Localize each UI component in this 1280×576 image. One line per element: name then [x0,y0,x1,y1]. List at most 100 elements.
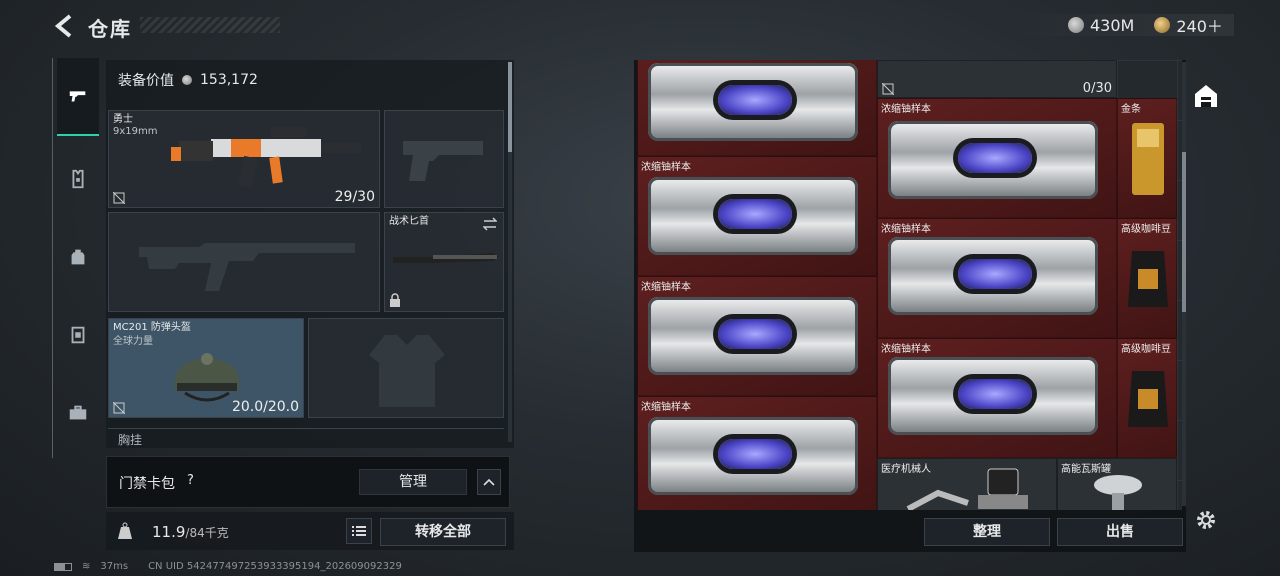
nav-weapons[interactable] [57,58,99,136]
rifle-silhouette-icon [139,243,355,291]
helmet-durability: 20.0/20.0 [231,399,299,415]
gas-tank-item[interactable]: 高能瓦斯罐 [1057,458,1177,510]
list-icon [352,526,366,536]
scroll-thumb[interactable] [1182,152,1186,312]
pistol-slot[interactable] [384,110,504,208]
uranium-sample-item[interactable]: 浓缩铀样本 [877,218,1117,338]
storage-panel: 0/30 浓缩铀样本 浓缩铀样本 浓缩铀样本 浓缩铀样本 浓缩铀样本 浓缩铀样本 [634,60,1186,552]
silver-coin-icon [1068,17,1084,33]
uranium-sample-item[interactable]: 浓缩铀样本 [637,276,877,396]
melee-slot[interactable]: 战术匕首 [384,212,504,312]
settings-button[interactable] [1194,508,1218,532]
chevron-up-icon [483,478,495,486]
swap-icon[interactable] [483,217,497,231]
back-arrow-icon [54,14,72,38]
item-name: 高级咖啡豆 [1121,344,1171,355]
status-line: ≋ 37ms CN UID 542477497253933395194_2026… [54,561,402,572]
coffee-bag-image [1128,371,1168,427]
gold-bar-image [1132,123,1164,195]
coffee-beans-item[interactable]: 高级咖啡豆 [1117,218,1177,338]
storage-tabs [1188,62,1228,502]
ping: 37ms [100,561,129,572]
page-title: 仓库 [88,17,132,41]
no-insure-icon [113,402,125,414]
gold-balance[interactable]: 240＋ [1176,13,1223,37]
equipment-value-amount: 153,172 [200,72,258,88]
uranium-sample-item[interactable]: 浓缩铀样本 [877,98,1117,218]
item-name: 浓缩铀样本 [881,344,931,355]
silver-balance: 430M [1090,15,1135,35]
keycard-bag-bar: 门禁卡包 ? 管理 [106,456,510,508]
chest-rig-section: 胸挂 [108,428,504,448]
item-name: 浓缩铀样本 [641,282,691,293]
battery-icon [54,562,72,571]
weight-current: 11.9 [152,523,186,541]
coffee-beans-item[interactable]: 高级咖啡豆 [1117,338,1177,458]
storage-scrollbar[interactable] [1182,62,1186,506]
medical-robot-item[interactable]: 医疗机械人 [877,458,1057,510]
equipment-value-label: 装备价值 [118,73,174,89]
helmet-sub: 全球力量 [113,336,153,347]
briefcase-icon [69,405,87,420]
category-nav [52,58,102,458]
gold-bar-item[interactable]: 金条 [1117,98,1177,218]
uranium-sample-item[interactable]: 浓缩铀样本 [637,156,877,276]
uranium-sample-item[interactable]: 浓缩铀样本 [877,338,1117,458]
user-uid: CN UID 542477497253933395194_20260909232… [148,561,402,572]
secondary-weapon-slot[interactable] [108,212,380,312]
weight-readout: 11.9/84千克 [152,523,229,541]
weapon-ammo: 29/30 [334,189,375,205]
manage-button[interactable]: 管理 [359,469,467,495]
pistol-icon [69,91,86,102]
top-item-count: 0/30 [1082,81,1112,96]
melee-name: 战术匕首 [389,216,429,227]
knife-image [393,253,499,263]
nav-rig[interactable] [59,316,97,354]
smg-weapon-image [171,127,361,189]
collapse-button[interactable] [477,469,501,495]
primary-weapon-slot[interactable]: 勇士 9x19mm 29/30 [108,110,380,208]
nav-armor[interactable] [59,160,97,198]
item-name: 浓缩铀样本 [881,224,931,235]
gold-coin-icon [1154,17,1171,33]
backpack-icon [71,249,85,265]
transfer-all-button[interactable]: 转移全部 [380,518,506,546]
equipment-scrollbar[interactable] [508,62,512,442]
silver-coin-icon [182,75,192,85]
item-name: 浓缩铀样本 [881,104,931,115]
pistol-silhouette-icon [403,141,483,181]
lock-icon [390,293,400,307]
nav-backpack[interactable] [59,238,97,276]
sort-button[interactable]: 整理 [924,518,1050,546]
weapon-caliber: 9x19mm [113,126,158,137]
wifi-icon: ≋ [82,561,91,572]
weapon-name: 勇士 [113,114,133,125]
nav-case[interactable] [59,394,97,432]
keycard-bag-label: 门禁卡包 [119,476,175,492]
chest-rig-icon [71,326,85,344]
item-name: 高级咖啡豆 [1121,224,1171,235]
vest-icon [72,169,84,189]
medical-robot-image [906,468,1028,510]
scroll-thumb[interactable] [508,62,512,152]
section-label: 胸挂 [118,433,143,447]
title-decoration [140,17,280,33]
gas-tank-image [1094,475,1142,510]
list-view-button[interactable] [346,518,372,544]
no-insure-icon [882,83,894,95]
warehouse-icon[interactable] [1192,82,1220,110]
no-insure-icon [113,192,125,204]
weight-capacity: /84千克 [185,526,229,540]
armor-silhouette-icon [369,335,445,407]
uranium-sample-item[interactable] [637,60,877,156]
armor-slot[interactable] [308,318,504,418]
weight-kg-icon [118,522,132,539]
back-button[interactable] [52,12,76,40]
sell-button[interactable]: 出售 [1057,518,1183,546]
uranium-sample-item[interactable]: 浓缩铀样本 [637,396,877,510]
helmet-slot[interactable]: MC201 防弹头盔 全球力量 20.0/20.0 [108,318,304,418]
help-icon[interactable]: ? [187,473,194,488]
currency-bar: 430M 240＋ [1012,14,1234,36]
equipment-panel: 装备价值 153,172 勇士 9x19mm 29/30 战术匕首 MC201 … [106,60,514,448]
storage-cell-top[interactable]: 0/30 [877,60,1117,98]
